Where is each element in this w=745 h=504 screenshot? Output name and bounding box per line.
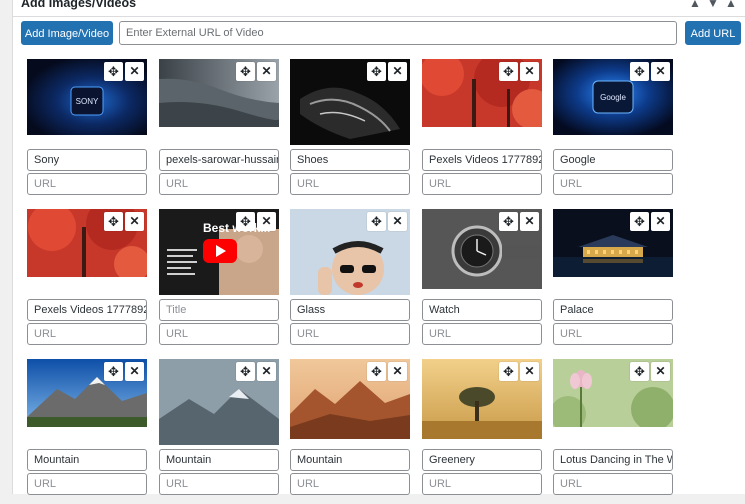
title-field[interactable]: Shoes [290,149,410,171]
url-field[interactable]: URL [27,323,147,345]
title-field[interactable]: Mountain [290,449,410,471]
title-field[interactable]: Title [159,299,279,321]
url-field[interactable]: URL [27,473,147,495]
remove-item-icon[interactable]: ✕ [520,62,539,81]
remove-item-icon[interactable]: ✕ [388,62,407,81]
media-card: ✥ ✕ Watch URL [422,209,543,354]
title-field[interactable]: Greenery [422,449,542,471]
title-field[interactable]: Glass [290,299,410,321]
sony-logo-text: SONY [76,97,99,106]
url-field[interactable]: URL [290,173,410,195]
move-handle-icon[interactable]: ✥ [499,212,518,231]
remove-item-icon[interactable]: ✕ [125,212,144,231]
move-handle-icon[interactable]: ✥ [630,212,649,231]
media-card: Google ✥ ✕ Google URL [553,59,674,204]
move-handle-icon[interactable]: ✥ [367,62,386,81]
title-field[interactable]: pexels-sarowar-hussain- [159,149,279,171]
move-handle-icon[interactable]: ✥ [236,212,255,231]
remove-item-icon[interactable]: ✕ [388,212,407,231]
media-card: Best work... ✥ ✕ Title URL [159,209,280,354]
move-handle-icon[interactable]: ✥ [630,362,649,381]
media-card: ✥ ✕ pexels-sarowar-hussain- URL [159,59,280,204]
media-gallery-panel: Add Images/Videos ▲ ▼ ▲ Add Image/Video … [12,0,745,495]
remove-item-icon[interactable]: ✕ [257,212,276,231]
panel-title: Add Images/Videos [21,0,137,10]
remove-item-icon[interactable]: ✕ [125,62,144,81]
remove-item-icon[interactable]: ✕ [388,362,407,381]
toggle-panel-icon[interactable]: ▲ [723,0,739,12]
move-handle-icon[interactable]: ✥ [367,362,386,381]
media-card: ✥ ✕ Lotus Dancing in The W URL [553,359,674,504]
url-field[interactable]: URL [553,473,673,495]
move-handle-icon[interactable]: ✥ [104,362,123,381]
media-card: ✥ ✕ Mountain URL [27,359,148,504]
url-field[interactable]: URL [290,323,410,345]
title-field[interactable]: Google [553,149,673,171]
url-field[interactable]: URL [159,473,279,495]
remove-item-icon[interactable]: ✕ [257,362,276,381]
media-card: SONY ✥ ✕ Sony URL [27,59,148,204]
url-field[interactable]: URL [553,323,673,345]
title-field[interactable]: Pexels Videos 1777892 [422,149,542,171]
move-handle-icon[interactable]: ✥ [499,62,518,81]
move-handle-icon[interactable]: ✥ [104,62,123,81]
media-card: ✥ ✕ Mountain URL [290,359,411,504]
move-up-icon[interactable]: ▲ [687,0,703,12]
media-card: ✥ ✕ Greenery URL [422,359,543,504]
media-card: ✥ ✕ Shoes URL [290,59,411,204]
remove-item-icon[interactable]: ✕ [651,212,670,231]
google-logo-text: Google [600,93,626,102]
add-url-button[interactable]: Add URL [685,21,741,45]
media-card: ✥ ✕ Pexels Videos 1777892 URL [27,209,148,354]
url-field[interactable]: URL [27,173,147,195]
title-field[interactable]: Pexels Videos 1777892 [27,299,147,321]
media-card: ✥ ✕ Pexels Videos 1777892 URL [422,59,543,204]
add-image-video-button[interactable]: Add Image/Video [21,21,113,45]
move-handle-icon[interactable]: ✥ [367,212,386,231]
title-field[interactable]: Mountain [27,449,147,471]
media-card: ✥ ✕ Glass URL [290,209,411,354]
url-field[interactable]: URL [290,473,410,495]
media-card: ✥ ✕ Mountain URL [159,359,280,504]
external-url-input[interactable] [119,21,677,45]
move-handle-icon[interactable]: ✥ [499,362,518,381]
move-handle-icon[interactable]: ✥ [104,212,123,231]
url-field[interactable]: URL [159,323,279,345]
remove-item-icon[interactable]: ✕ [520,362,539,381]
url-field[interactable]: URL [422,473,542,495]
url-field[interactable]: URL [422,323,542,345]
move-handle-icon[interactable]: ✥ [236,62,255,81]
title-field[interactable]: Sony [27,149,147,171]
title-field[interactable]: Mountain [159,449,279,471]
move-handle-icon[interactable]: ✥ [236,362,255,381]
url-field[interactable]: URL [159,173,279,195]
panel-header: Add Images/Videos ▲ ▼ ▲ [13,0,745,17]
remove-item-icon[interactable]: ✕ [651,362,670,381]
remove-item-icon[interactable]: ✕ [520,212,539,231]
remove-item-icon[interactable]: ✕ [257,62,276,81]
title-field[interactable]: Watch [422,299,542,321]
remove-item-icon[interactable]: ✕ [125,362,144,381]
move-down-icon[interactable]: ▼ [705,0,721,12]
url-field[interactable]: URL [553,173,673,195]
title-field[interactable]: Lotus Dancing in The W [553,449,673,471]
move-handle-icon[interactable]: ✥ [630,62,649,81]
url-field[interactable]: URL [422,173,542,195]
title-field[interactable]: Palace [553,299,673,321]
media-card: ✥ ✕ Palace URL [553,209,674,354]
remove-item-icon[interactable]: ✕ [651,62,670,81]
